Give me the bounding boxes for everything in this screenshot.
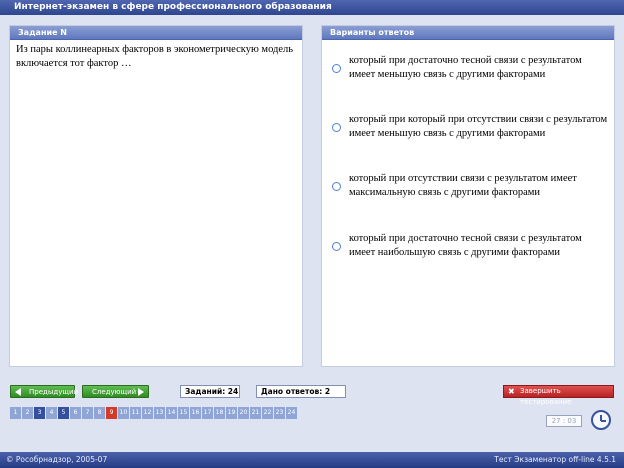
page-cell-24[interactable]: 24 — [286, 407, 297, 419]
page-cell-2[interactable]: 2 — [22, 407, 33, 419]
footer-version: Тест Экзаменатор off-line 4.5.1 — [494, 455, 616, 464]
arrow-right-icon — [138, 388, 144, 396]
footer-copyright: © Рособрнадзор, 2005-07 — [6, 455, 108, 464]
radio-button[interactable] — [332, 63, 341, 73]
answers-panel: Варианты ответов который при достаточно … — [322, 26, 614, 366]
clock-icon — [591, 410, 611, 430]
page-cell-18[interactable]: 18 — [214, 407, 225, 419]
question-panel-header: Задание N — [10, 26, 302, 40]
page-cell-23[interactable]: 23 — [274, 407, 285, 419]
question-text: Из пары коллинеарных факторов в экономет… — [16, 44, 294, 69]
answers-panel-header: Варианты ответов — [322, 26, 614, 40]
answer-option-2[interactable]: который при который при отсутствии связи… — [332, 113, 608, 141]
answer-option-text: который при достаточно тесной связи с ре… — [349, 233, 582, 258]
answer-option-4[interactable]: который при достаточно тесной связи с ре… — [332, 232, 608, 260]
answers-given-count: Дано ответов: 2 — [256, 385, 346, 398]
previous-button-label: Предыдущий — [29, 388, 79, 396]
window-title: Интернет-экзамен в сфере профессионально… — [0, 0, 624, 15]
page-cell-11[interactable]: 11 — [130, 407, 141, 419]
finish-test-label: Завершить тестирование — [520, 387, 572, 406]
page-cell-14[interactable]: 14 — [166, 407, 177, 419]
answer-option-text: который при отсутствии связи с результат… — [349, 173, 577, 198]
page-cell-9[interactable]: 9 — [106, 407, 117, 419]
previous-button[interactable]: Предыдущий — [10, 385, 79, 398]
page-cell-1[interactable]: 1 — [10, 407, 21, 419]
radio-button[interactable] — [332, 122, 341, 132]
page-cell-20[interactable]: 20 — [238, 407, 249, 419]
page-cell-3[interactable]: 3 — [34, 407, 45, 419]
answer-option-3[interactable]: который при отсутствии связи с результат… — [332, 172, 608, 200]
answer-option-text: который при достаточно тесной связи с ре… — [349, 55, 582, 80]
page-cell-21[interactable]: 21 — [250, 407, 261, 419]
next-button-label: Следующий — [92, 388, 137, 396]
radio-button[interactable] — [332, 181, 341, 191]
answer-option-text: который при который при отсутствии связи… — [349, 114, 608, 139]
page-cell-16[interactable]: 16 — [190, 407, 201, 419]
page-cell-10[interactable]: 10 — [118, 407, 129, 419]
footer: © Рособрнадзор, 2005-07 Тест Экзаменатор… — [0, 452, 624, 468]
page-cell-22[interactable]: 22 — [262, 407, 273, 419]
arrow-left-icon — [15, 388, 21, 396]
page-cell-12[interactable]: 12 — [142, 407, 153, 419]
radio-button[interactable] — [332, 241, 341, 251]
running-man-icon: ✖ — [508, 387, 515, 396]
next-button[interactable]: Следующий — [82, 385, 149, 398]
page-cell-6[interactable]: 6 — [70, 407, 81, 419]
timer-display: 27 : 03 — [546, 415, 582, 427]
page-cell-5[interactable]: 5 — [58, 407, 69, 419]
finish-test-button[interactable]: ✖ Завершить тестирование — [503, 385, 614, 406]
page-cell-8[interactable]: 8 — [94, 407, 105, 419]
page-cell-7[interactable]: 7 — [82, 407, 93, 419]
question-pager: 1 2 3 4 5 6 7 8 9 10 11 12 13 14 15 16 17 18 19 20 21 22 23 24 — [10, 407, 298, 419]
page-cell-19[interactable]: 19 — [226, 407, 237, 419]
answer-option-1[interactable]: который при достаточно тесной связи с ре… — [332, 54, 608, 82]
page-cell-13[interactable]: 13 — [154, 407, 165, 419]
question-panel: Задание N Из пары коллинеарных факторов … — [10, 26, 302, 366]
page-cell-4[interactable]: 4 — [46, 407, 57, 419]
page-cell-17[interactable]: 17 — [202, 407, 213, 419]
tasks-count: Заданий: 24 — [180, 385, 240, 398]
page-cell-15[interactable]: 15 — [178, 407, 189, 419]
